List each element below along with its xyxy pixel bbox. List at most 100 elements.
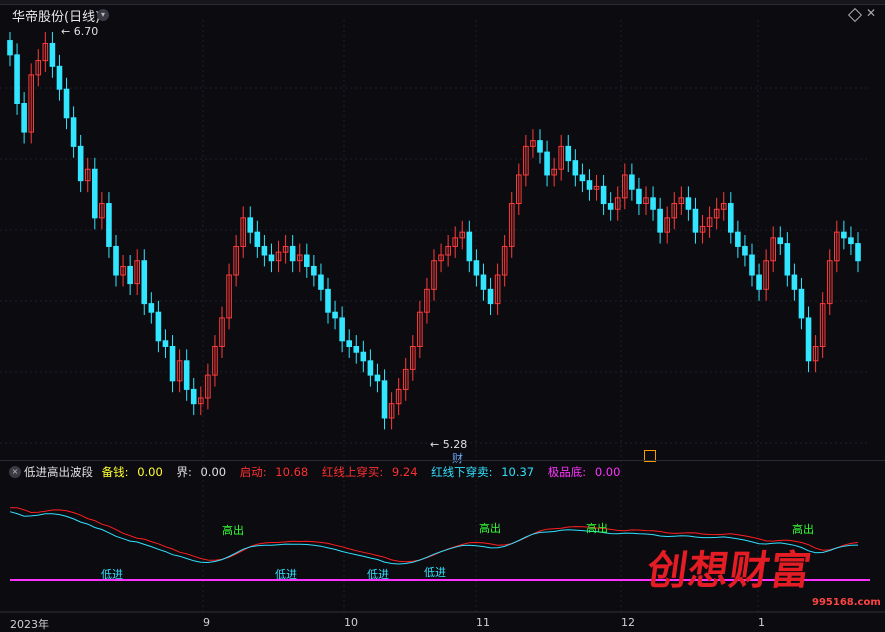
candle-body [113, 245, 119, 276]
candle-body [636, 188, 642, 205]
signal-low-in: 低进 [101, 568, 123, 581]
candle-body [756, 274, 762, 290]
candle-body [473, 260, 480, 276]
candle-body [155, 311, 162, 342]
indicator-legend: 低进高出波段 备钱: 0.00 界: 0.00 启动: 10.68 红线上穿买:… [24, 464, 630, 480]
candle-body [784, 243, 791, 276]
signal-low-in: 低进 [367, 568, 389, 581]
signal-low-in: 低进 [424, 566, 446, 579]
candle-body [14, 54, 20, 104]
candle-body [63, 88, 70, 119]
x-axis: 2023年 9 10 11 12 1 [0, 616, 885, 631]
indicator-name: 低进高出波段 [24, 465, 93, 479]
candle-body [21, 102, 27, 133]
candle-body [791, 274, 798, 290]
candle-body [565, 145, 572, 162]
candle-body [49, 42, 56, 67]
chart-canvas [0, 20, 885, 613]
x-tick-label: 1 [758, 616, 765, 629]
field-beiqian: 备钱: 0.00 [101, 465, 163, 479]
candle-body [339, 317, 345, 342]
x-tick-label: 12 [621, 616, 635, 629]
candle-body [537, 140, 543, 153]
close-icon[interactable]: ✕ [866, 6, 876, 20]
field-qidong: 启动: 10.68 [239, 465, 309, 479]
candle-body [169, 346, 176, 382]
candle-body [544, 151, 550, 176]
candle-body [77, 145, 84, 182]
price-high-label: ← 6.70 [61, 25, 99, 38]
candle-body [685, 197, 692, 210]
candle-body [777, 237, 784, 245]
candle-body [466, 231, 473, 262]
candle-body [325, 288, 331, 313]
candle-body [127, 265, 133, 285]
candle-body [106, 203, 112, 247]
candle-body [190, 388, 197, 405]
candle-body [261, 245, 268, 256]
watermark-logo: 创想财富 [644, 548, 815, 594]
candle-body [304, 254, 310, 267]
price-grid [0, 20, 885, 613]
candle-body [162, 340, 169, 348]
signal-high-out: 高出 [222, 524, 244, 537]
candle-body [798, 288, 805, 319]
panel-divider [0, 460, 885, 461]
candle-body [289, 245, 296, 262]
candle-body [367, 360, 374, 376]
indicator-menu-icon[interactable]: × [9, 466, 21, 478]
field-red-cross-up: 红线上穿买: 9.24 [321, 465, 418, 479]
candle-body [360, 351, 367, 362]
candle-body [600, 185, 607, 205]
candle-body [728, 203, 734, 233]
field-jie: 界: 0.00 [176, 465, 227, 479]
candle-body [650, 197, 656, 210]
signal-high-out: 高出 [479, 522, 501, 535]
watermark-url: 995168.com [812, 597, 881, 608]
candle-body [629, 174, 635, 190]
candle-body [381, 380, 388, 419]
candle-body [848, 237, 854, 245]
candle-body [805, 317, 812, 362]
candle-body [346, 340, 352, 348]
candle-body [268, 254, 275, 262]
field-red-cross-down: 红线下穿卖: 10.37 [431, 465, 535, 479]
candle-body [56, 65, 63, 90]
candle-body [148, 303, 155, 313]
field-jipindi: 极品底: 0.00 [547, 465, 621, 479]
candle-body [607, 203, 614, 210]
signal-low-in: 低进 [275, 568, 297, 581]
signal-high-out: 高出 [586, 522, 608, 535]
candle-body [141, 260, 148, 305]
candle-body [579, 174, 586, 182]
candle-body [183, 360, 190, 390]
candle-body [586, 180, 593, 190]
candle-body [247, 217, 254, 233]
x-tick-label: 10 [344, 616, 358, 629]
chart-title: 华帝股份(日线) [12, 10, 101, 25]
candle-body [311, 265, 317, 276]
candle-body [572, 160, 579, 176]
x-tick-label: 11 [476, 616, 490, 629]
candlestick-series [7, 32, 861, 430]
candle-body [254, 231, 261, 247]
candle-body [841, 231, 847, 239]
x-tick-label: 9 [203, 616, 210, 629]
signal-high-out: 高出 [792, 523, 814, 536]
candle-body [92, 168, 98, 219]
candle-body [692, 208, 699, 233]
chevron-down-icon[interactable]: ▾ [97, 9, 109, 21]
candle-body [332, 311, 338, 319]
candle-body [735, 231, 741, 247]
candle-body [480, 274, 487, 290]
candle-body [487, 288, 494, 305]
candle-body [742, 245, 748, 256]
candle-body [374, 374, 381, 382]
candle-body [855, 243, 861, 262]
candle-body [657, 208, 663, 233]
candle-body [7, 40, 13, 56]
candle-body [749, 254, 755, 276]
candle-body [70, 117, 77, 147]
candle-body [353, 346, 360, 353]
candle-body [318, 274, 324, 290]
